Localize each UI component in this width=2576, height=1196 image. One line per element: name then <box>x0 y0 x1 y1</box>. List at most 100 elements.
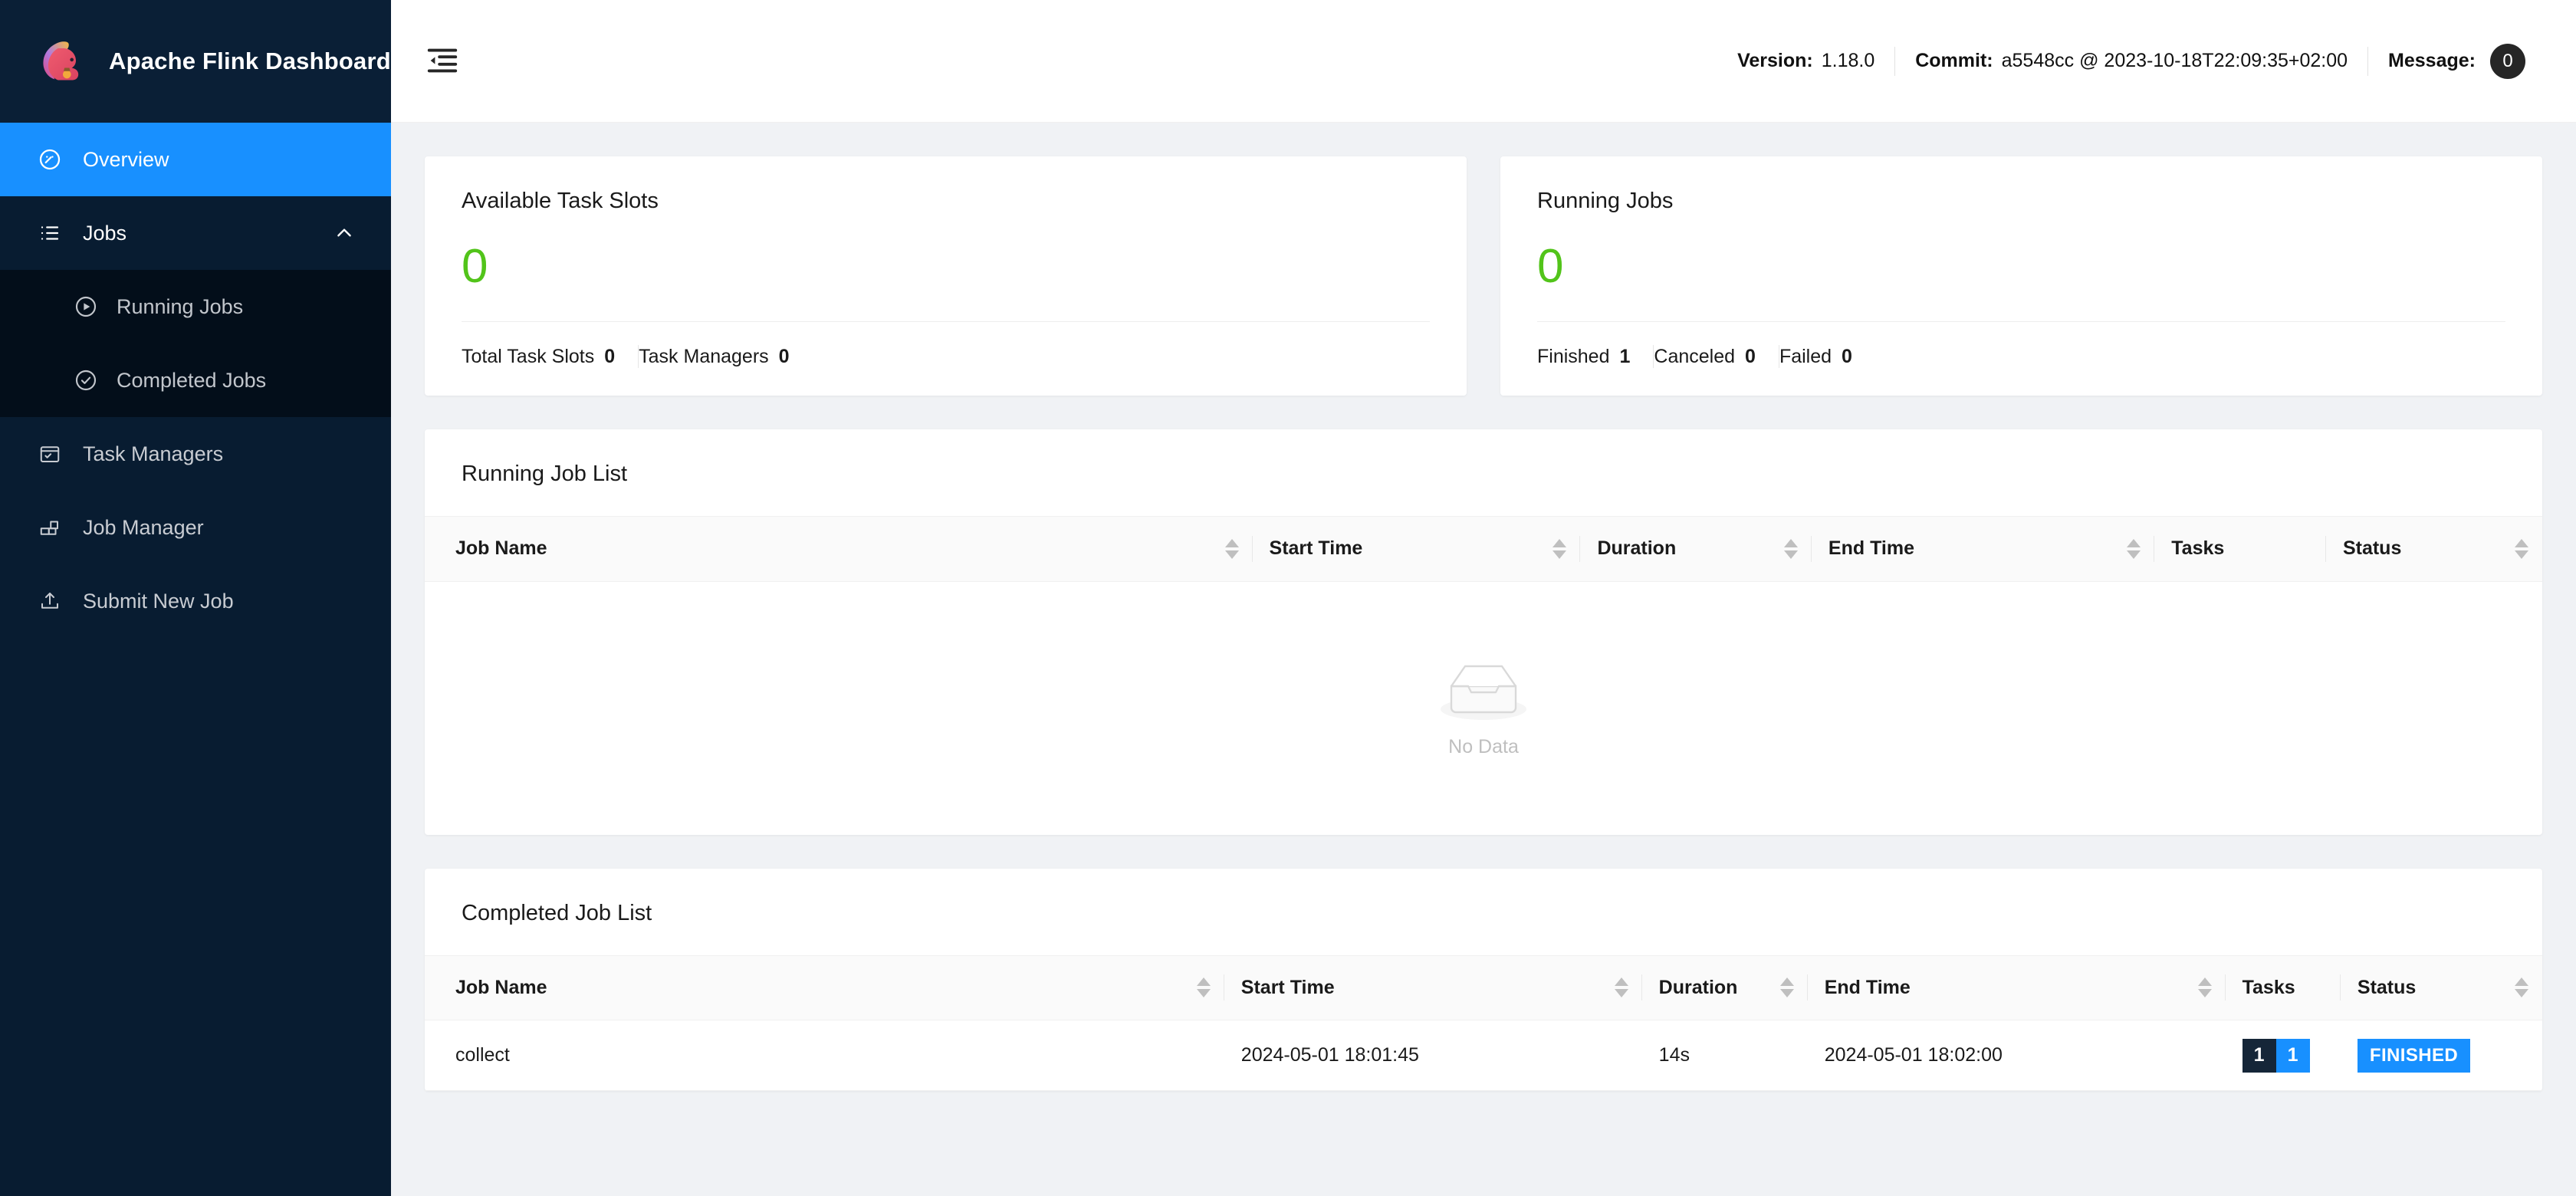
sidebar-item-label: Overview <box>83 147 169 171</box>
table-row[interactable]: collect 2024-05-01 18:01:45 14s 2024-05-01 … <box>425 1020 2542 1091</box>
check-circle-icon <box>74 368 98 393</box>
col-label: Start Time <box>1269 537 1363 560</box>
col-tasks: Tasks <box>2225 955 2341 1020</box>
empty-text: No Data <box>1448 735 1519 757</box>
panel-title: Running Job List <box>462 462 628 486</box>
completed-job-list-panel: Completed Job List Job Name Start Time D… <box>425 868 2542 1091</box>
cell-start-time: 2024-05-01 18:01:45 <box>1224 1020 1642 1091</box>
divider <box>1537 321 2505 322</box>
sidebar: Apache Flink Dashboard Overview Jobs Run… <box>0 0 391 1196</box>
task-managers-icon <box>37 441 63 467</box>
col-label: Start Time <box>1240 976 1335 998</box>
sort-control[interactable] <box>1783 538 1798 559</box>
table-header-row: Job Name Start Time Duration End Time Ta… <box>425 955 2542 1020</box>
col-duration[interactable]: Duration <box>1641 955 1808 1020</box>
col-label: End Time <box>1828 537 1914 560</box>
sort-control[interactable] <box>1779 978 1794 998</box>
dashboard-icon <box>37 146 63 172</box>
sidebar-item-label: Task Managers <box>83 442 224 465</box>
flink-squirrel-logo <box>37 35 89 87</box>
version-label: Version: <box>1737 50 1813 71</box>
chevron-up-icon[interactable] <box>334 223 354 243</box>
col-label: Tasks <box>2242 976 2295 998</box>
cell-duration: 14s <box>1641 1020 1808 1091</box>
stat-cards-row: Available Task Slots 0 Total Task Slots … <box>425 156 2542 396</box>
sidebar-item-jobs[interactable]: Jobs <box>0 196 391 270</box>
sidebar-item-task-managers[interactable]: Task Managers <box>0 417 391 491</box>
main-area: Version: 1.18.0 Commit: a5548cc @ 2023-1… <box>391 0 2576 1196</box>
sidebar-item-submit-new-job[interactable]: Submit New Job <box>0 564 391 638</box>
cell-status: FINISHED <box>2340 1020 2542 1091</box>
col-label: Status <box>2357 976 2417 998</box>
sort-control[interactable] <box>1552 538 1567 559</box>
sidebar-item-running-jobs[interactable]: Running Jobs <box>0 270 391 343</box>
running-job-list-panel: Running Job List Job Name Start Time Dur… <box>425 429 2542 835</box>
stat-label: Finished <box>1537 345 1610 367</box>
sidebar-item-completed-jobs[interactable]: Completed Jobs <box>0 343 391 417</box>
sort-control[interactable] <box>2515 978 2528 998</box>
cell-job-name[interactable]: collect <box>425 1020 1224 1091</box>
col-duration[interactable]: Duration <box>1580 517 1812 582</box>
col-start-time[interactable]: Start Time <box>1224 955 1642 1020</box>
job-manager-icon <box>37 514 63 540</box>
sort-control[interactable] <box>2197 978 2212 998</box>
card-title: Available Task Slots <box>462 189 659 213</box>
col-status[interactable]: Status <box>2325 517 2542 582</box>
sort-control[interactable] <box>2127 538 2141 559</box>
message-count-badge[interactable]: 0 <box>2490 43 2525 79</box>
sidebar-subitem-label: Completed Jobs <box>117 368 267 392</box>
stat-value: 0 <box>604 345 616 367</box>
col-job-name[interactable]: Job Name <box>425 517 1253 582</box>
commit-meta: Commit: a5548cc @ 2023-10-18T22:09:35+02… <box>1895 50 2367 72</box>
failed-stat: Failed 0 <box>1779 346 1875 368</box>
sidebar-item-job-manager[interactable]: Job Manager <box>0 491 391 564</box>
available-task-slots-value: 0 <box>462 240 488 293</box>
stat-value: 0 <box>1842 345 1852 367</box>
finished-stat: Finished 1 <box>1537 346 1653 368</box>
col-label: End Time <box>1824 976 1911 998</box>
menu-fold-icon[interactable] <box>425 43 462 80</box>
completed-job-table: Job Name Start Time Duration End Time Ta… <box>425 955 2542 1091</box>
stat-label: Failed <box>1779 345 1832 367</box>
card-title: Running Jobs <box>1537 189 1674 213</box>
sidebar-item-overview[interactable]: Overview <box>0 123 391 196</box>
panel-title: Completed Job List <box>462 900 652 925</box>
stat-label: Canceled <box>1654 345 1736 367</box>
brand-header: Apache Flink Dashboard <box>0 0 391 123</box>
version-meta: Version: 1.18.0 <box>1717 50 1894 72</box>
available-task-slots-card: Available Task Slots 0 Total Task Slots … <box>425 156 1467 396</box>
message-meta: Message: 0 <box>2368 43 2545 79</box>
col-label: Duration <box>1658 976 1738 998</box>
stat-value: 0 <box>778 345 790 367</box>
col-job-name[interactable]: Job Name <box>425 955 1224 1020</box>
topbar: Version: 1.18.0 Commit: a5548cc @ 2023-1… <box>391 0 2576 123</box>
sort-control[interactable] <box>1196 978 1211 998</box>
card-footer: Finished 1 Canceled 0 Failed 0 <box>1537 345 2505 368</box>
stat-label: Total Task Slots <box>462 345 595 367</box>
col-label: Tasks <box>2171 537 2225 560</box>
running-jobs-card: Running Jobs 0 Finished 1 Canceled 0 Fai… <box>1500 156 2542 396</box>
table-header-row: Job Name Start Time Duration End Time Ta… <box>425 517 2542 582</box>
commit-label: Commit: <box>1915 50 1993 71</box>
col-label: Duration <box>1597 537 1677 560</box>
ordered-list-icon <box>37 220 63 246</box>
task-count-badge: 1 <box>2275 1038 2310 1073</box>
stat-value: 0 <box>1745 345 1756 367</box>
sidebar-item-label: Submit New Job <box>83 589 234 613</box>
sort-control[interactable] <box>1224 538 1239 559</box>
sort-control[interactable] <box>1614 978 1628 998</box>
col-status[interactable]: Status <box>2340 955 2542 1020</box>
col-end-time[interactable]: End Time <box>1807 955 2226 1020</box>
sidebar-item-label: Job Manager <box>83 515 204 539</box>
col-start-time[interactable]: Start Time <box>1252 517 1581 582</box>
divider <box>462 321 1430 322</box>
col-label: Status <box>2342 537 2402 560</box>
upload-icon <box>37 588 63 614</box>
col-end-time[interactable]: End Time <box>1811 517 2155 582</box>
sort-control[interactable] <box>2515 538 2528 559</box>
sidebar-nav: Overview Jobs Running Jobs Completed Job… <box>0 123 391 1196</box>
topbar-meta: Version: 1.18.0 Commit: a5548cc @ 2023-1… <box>1717 43 2545 79</box>
col-label: Job Name <box>455 976 547 998</box>
running-jobs-value: 0 <box>1537 240 1564 293</box>
status-badge: FINISHED <box>2357 1038 2471 1073</box>
